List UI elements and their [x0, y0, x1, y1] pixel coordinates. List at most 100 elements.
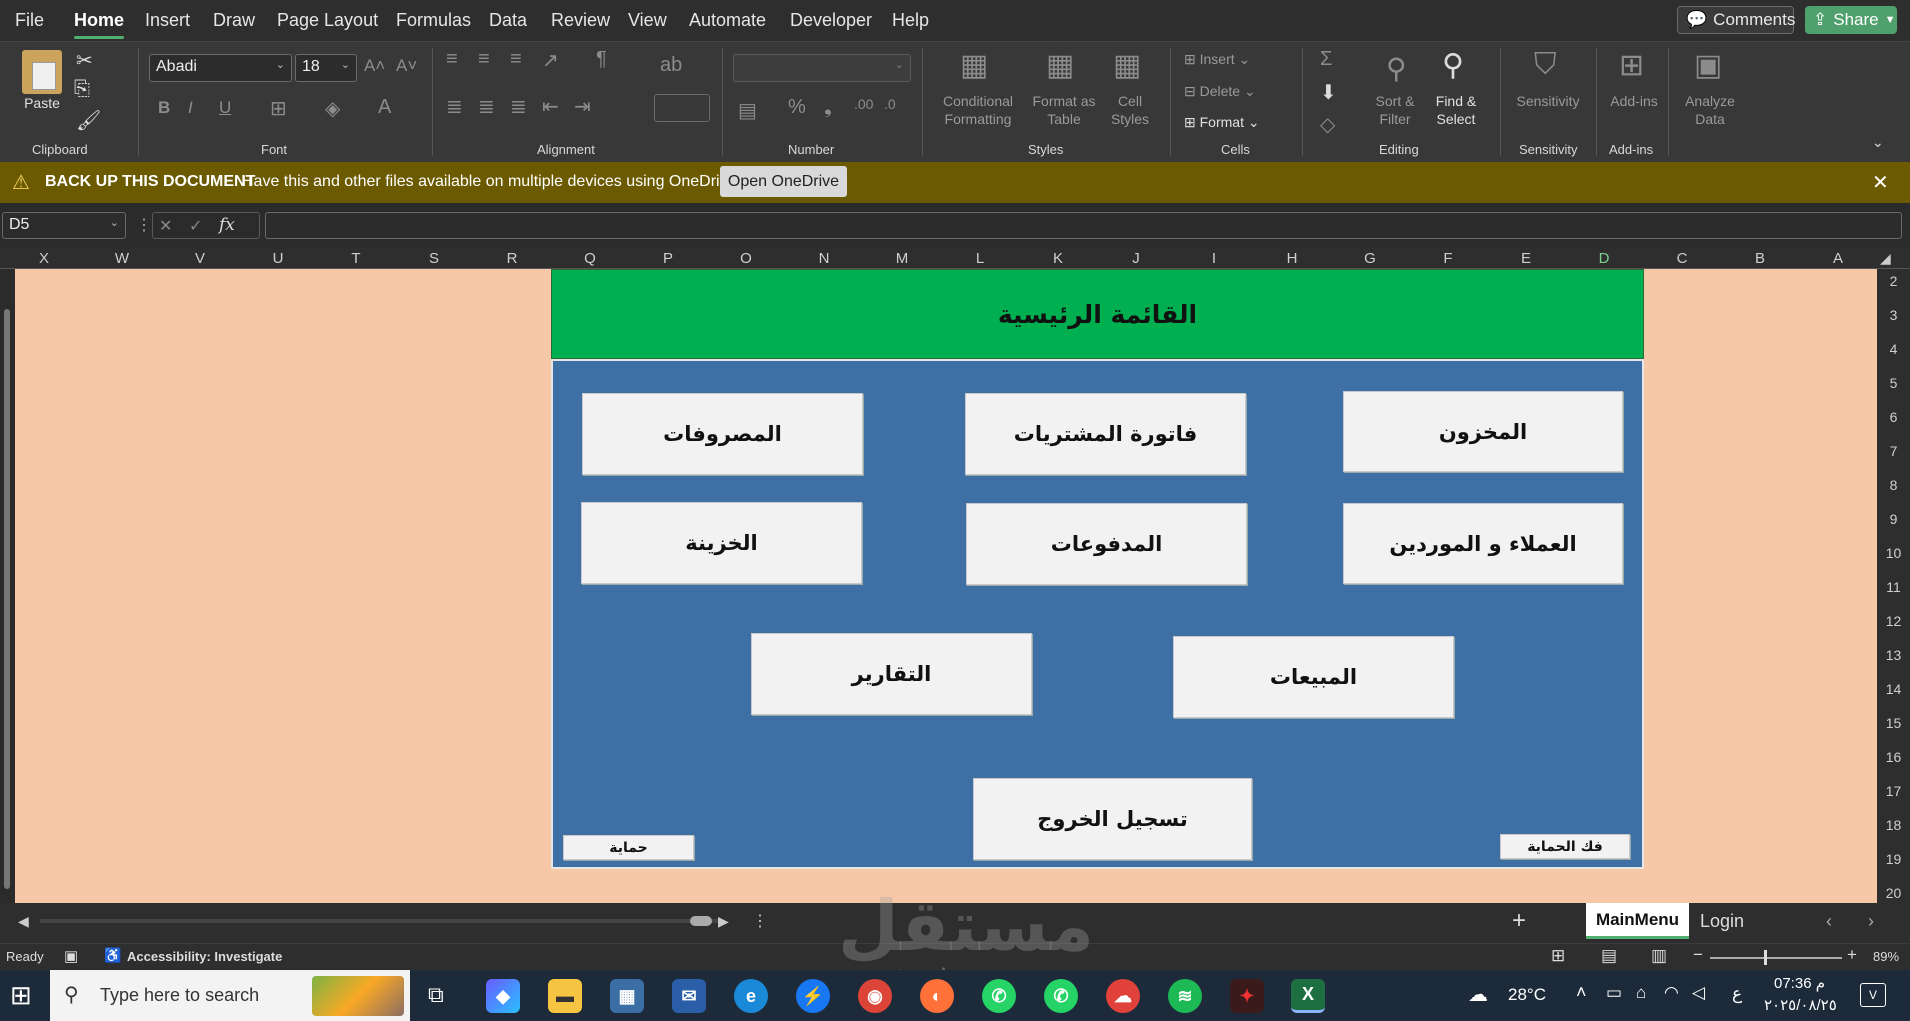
normal-view-icon[interactable]: ⊞ [1551, 946, 1565, 966]
column-header[interactable]: H [1253, 250, 1331, 267]
macro-record-icon[interactable]: ▣ [64, 947, 78, 965]
underline-icon[interactable]: U [219, 98, 231, 118]
increase-indent-icon[interactable]: ⇥ [574, 94, 591, 119]
tab-view[interactable]: View [628, 10, 667, 31]
column-header[interactable]: R [473, 250, 551, 267]
cell-styles-icon[interactable]: ▦ [1113, 48, 1141, 83]
chrome-icon[interactable]: ◉ [858, 979, 892, 1013]
number-format-select[interactable]: ⌄ [733, 54, 911, 82]
column-header[interactable]: L [941, 250, 1019, 267]
conditional-formatting-button[interactable]: Conditional Formatting [930, 92, 1026, 128]
name-box[interactable]: D5 ⌄ [2, 212, 126, 239]
column-header[interactable]: W [83, 250, 161, 267]
logout-button[interactable]: تسجيل الخروج [973, 778, 1252, 860]
paste-icon[interactable] [22, 50, 62, 94]
weather-icon[interactable]: ☁ [1468, 982, 1488, 1007]
row-header[interactable]: 3 [1877, 307, 1910, 323]
comma-style-icon[interactable]: ❟ [824, 96, 832, 119]
sheet-tab-login[interactable]: Login [1700, 911, 1744, 932]
accessibility-icon[interactable]: ♿ [104, 947, 121, 964]
accounting-format-icon[interactable]: ▤ [738, 98, 757, 123]
column-header[interactable]: B [1721, 250, 1799, 267]
zoom-in-icon[interactable]: + [1847, 945, 1857, 965]
cell-styles-button[interactable]: Cell Styles [1100, 92, 1160, 128]
unprotect-button[interactable]: فك الحماية [1500, 834, 1630, 859]
wifi-icon[interactable]: ◠ [1664, 983, 1679, 1003]
payments-button[interactable]: المدفوعات [966, 503, 1247, 585]
tab-developer[interactable]: Developer [790, 10, 872, 31]
tab-data[interactable]: Data [489, 10, 527, 31]
collapse-ribbon-icon[interactable]: ⌄ [1872, 134, 1884, 151]
formula-input[interactable] [265, 212, 1902, 239]
accessibility-status[interactable]: Accessibility: Investigate [127, 949, 282, 964]
inventory-button[interactable]: المخزون [1343, 391, 1623, 472]
column-header[interactable]: K [1019, 250, 1097, 267]
align-left-icon[interactable]: ≣ [446, 94, 463, 119]
column-header[interactable]: U [239, 250, 317, 267]
horizontal-scrollbar[interactable] [40, 919, 720, 923]
fill-icon[interactable]: ⬇ [1320, 80, 1337, 105]
taskbar-search[interactable]: ⚲ Type here to search [50, 970, 410, 1021]
purchase-invoice-button[interactable]: فاتورة المشتريات [965, 393, 1246, 475]
analyze-data-icon[interactable]: ▣ [1694, 48, 1722, 83]
share-button[interactable]: ⇪ Share ▼ [1805, 6, 1897, 34]
whatsapp-business-icon[interactable]: ✆ [1044, 979, 1078, 1013]
zoom-out-icon[interactable]: − [1693, 945, 1703, 965]
protect-button[interactable]: حماية [563, 835, 694, 860]
copy-icon[interactable]: ⎘ [74, 78, 90, 101]
store-icon[interactable]: ▦ [610, 979, 644, 1013]
wrap-text-icon[interactable]: ab [660, 54, 682, 77]
row-header[interactable]: 5 [1877, 375, 1910, 391]
row-header[interactable]: 4 [1877, 341, 1910, 357]
column-header[interactable]: A [1799, 250, 1877, 267]
device-icon[interactable]: ▭ [1606, 983, 1622, 1003]
autosum-icon[interactable]: Σ [1320, 48, 1332, 71]
find-select-button[interactable]: Find & Select [1426, 92, 1486, 128]
column-header[interactable]: V [161, 250, 239, 267]
cut-icon[interactable]: ✂ [76, 48, 93, 73]
align-right-icon[interactable]: ≣ [510, 94, 527, 119]
column-header[interactable]: N [785, 250, 863, 267]
tab-file[interactable]: File [15, 10, 44, 31]
mail-icon[interactable]: ✉ [672, 979, 706, 1013]
scroll-left-icon[interactable]: ◀ [18, 913, 29, 930]
align-top-icon[interactable]: ≡ [446, 48, 458, 71]
row-header[interactable]: 20 [1877, 885, 1910, 901]
tab-insert[interactable]: Insert [145, 10, 190, 31]
format-as-table-icon[interactable]: ▦ [1046, 48, 1074, 83]
align-center-icon[interactable]: ≣ [478, 94, 495, 119]
row-header[interactable]: 13 [1877, 647, 1910, 663]
network-icon[interactable]: ⌂ [1636, 983, 1646, 1003]
customers-suppliers-button[interactable]: العملاء و الموردين [1343, 503, 1623, 584]
column-header[interactable]: P [629, 250, 707, 267]
chevron-up-icon[interactable]: ˄ [1576, 982, 1587, 1003]
tab-home[interactable]: Home [74, 10, 125, 39]
close-icon[interactable]: ✕ [1872, 170, 1889, 195]
sheet-tab-mainmenu[interactable]: MainMenu [1586, 903, 1689, 939]
treasury-button[interactable]: الخزينة [581, 502, 862, 584]
sensitivity-icon[interactable]: ⛉ [1534, 48, 1557, 82]
temperature[interactable]: 28°C [1508, 985, 1546, 1005]
page-break-view-icon[interactable]: ▥ [1651, 946, 1667, 966]
increase-decimal-icon[interactable]: .00 [854, 96, 873, 112]
messenger-icon[interactable]: ⚡ [796, 979, 830, 1013]
row-header[interactable]: 7 [1877, 443, 1910, 459]
column-header[interactable]: O [707, 250, 785, 267]
font-size-select[interactable]: 18 ⌄ [295, 54, 357, 82]
column-header[interactable]: Q [551, 250, 629, 267]
sensitivity-button[interactable]: Sensitivity [1508, 92, 1588, 110]
language-indicator[interactable]: ع [1732, 984, 1742, 1004]
column-header[interactable]: G [1331, 250, 1409, 267]
column-header[interactable]: E [1487, 250, 1565, 267]
analyze-data-button[interactable]: Analyze Data [1680, 92, 1740, 128]
delete-cells-button[interactable]: ⊟ Delete ⌄ [1184, 82, 1256, 100]
tab-draw[interactable]: Draw [213, 10, 255, 31]
excel-icon[interactable]: X [1291, 979, 1325, 1013]
format-as-table-button[interactable]: Format as Table [1026, 92, 1102, 128]
open-onedrive-button[interactable]: Open OneDrive [720, 166, 847, 197]
zoom-level[interactable]: 89% [1873, 949, 1899, 964]
enter-icon[interactable]: ✓ [189, 216, 202, 236]
reports-button[interactable]: التقارير [751, 633, 1032, 715]
row-header[interactable]: 9 [1877, 511, 1910, 527]
whatsapp-icon[interactable]: ✆ [982, 979, 1016, 1013]
